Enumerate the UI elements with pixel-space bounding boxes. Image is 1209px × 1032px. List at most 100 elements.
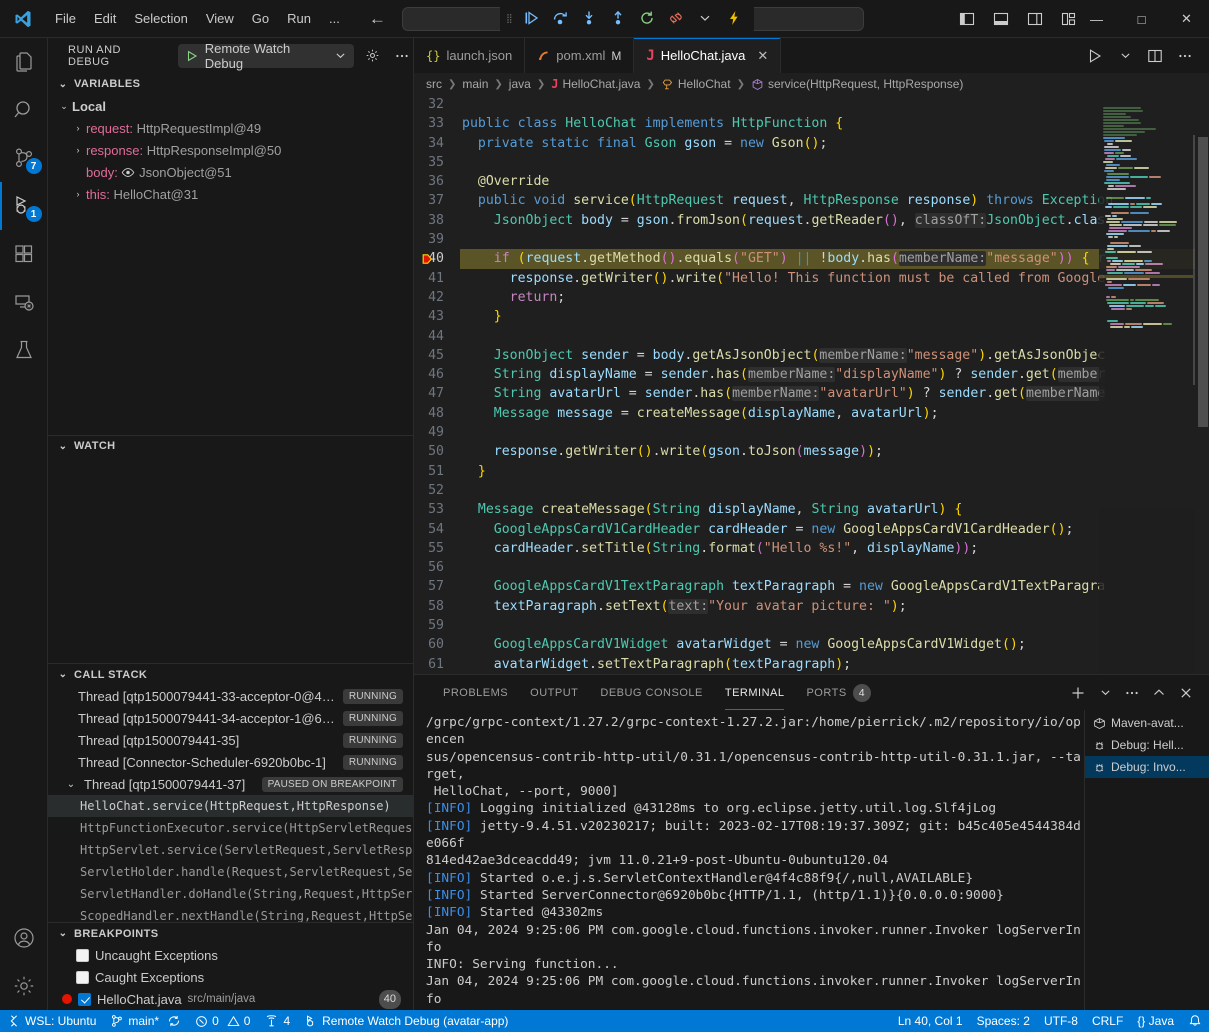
callstack-frame[interactable]: ServletHolder.handle(Request,ServletRequ… <box>48 861 413 883</box>
status-encoding[interactable]: UTF-8 <box>1037 1010 1085 1032</box>
watch-body[interactable] <box>48 457 413 664</box>
breakpoint-marker-icon[interactable] <box>420 250 436 269</box>
disconnect-button[interactable] <box>662 5 690 31</box>
section-header-variables[interactable]: ⌄ VARIABLES <box>48 73 413 95</box>
close-icon[interactable]: ✕ <box>757 48 768 64</box>
chevron-right-icon[interactable]: › <box>70 145 86 155</box>
more-actions-icon[interactable] <box>1119 680 1145 706</box>
breakpoint-caught-exceptions[interactable]: Caught Exceptions <box>48 966 413 988</box>
checkbox[interactable] <box>76 971 89 984</box>
activitybar-item-run-and-debug[interactable]: 1 <box>0 182 48 230</box>
code-line[interactable]: 32 <box>414 95 1209 114</box>
chevron-down-icon[interactable] <box>1092 680 1118 706</box>
status-cursor-position[interactable]: Ln 40, Col 1 <box>891 1010 970 1032</box>
toggle-panel-icon[interactable] <box>986 4 1016 34</box>
breadcrumb-item[interactable]: java <box>509 77 531 91</box>
status-branch[interactable]: main* <box>103 1010 188 1032</box>
activitybar-item-testing[interactable] <box>0 326 48 374</box>
code-line[interactable]: 42 return; <box>414 288 1209 307</box>
code-line[interactable]: 35 <box>414 153 1209 172</box>
tab-launch-json[interactable]: {} launch.json <box>414 38 525 73</box>
toggle-secondary-sidebar-icon[interactable] <box>1020 4 1050 34</box>
menu-go[interactable]: Go <box>243 7 278 30</box>
callstack-thread[interactable]: Thread [qtp1500079441-34-acceptor-1@66… … <box>48 707 413 729</box>
breakpoint-uncaught-exceptions[interactable]: Uncaught Exceptions <box>48 944 413 966</box>
code-editor[interactable]: 32 33public class HelloChat implements H… <box>414 95 1209 674</box>
status-indentation[interactable]: Spaces: 2 <box>970 1010 1037 1032</box>
run-button[interactable] <box>1081 42 1109 70</box>
callstack-frame[interactable]: ServletHandler.doHandle(String,Request,H… <box>48 883 413 905</box>
activitybar-item-remote-explorer[interactable] <box>0 278 48 326</box>
code-line[interactable]: 46 String displayName = sender.has(membe… <box>414 365 1209 384</box>
code-line[interactable]: 51 } <box>414 462 1209 481</box>
chevron-down-icon[interactable] <box>1111 42 1139 70</box>
activitybar-item-source-control[interactable]: 7 <box>0 134 48 182</box>
window-controls[interactable]: — □ ✕ <box>1074 0 1209 38</box>
editor-scrollbar[interactable] <box>1195 95 1209 674</box>
checkbox[interactable] <box>78 993 91 1006</box>
code-line[interactable]: 39 <box>414 230 1209 249</box>
code-line[interactable]: 33public class HelloChat implements Http… <box>414 114 1209 133</box>
callstack-thread[interactable]: Thread [qtp1500079441-33-acceptor-0@48… … <box>48 685 413 707</box>
code-line[interactable]: 54 GoogleAppsCardV1CardHeader cardHeader… <box>414 520 1209 539</box>
maximize-panel-icon[interactable] <box>1146 680 1172 706</box>
breakpoint-file[interactable]: HelloChat.java src/main/java 40 <box>48 988 413 1010</box>
step-into-button[interactable] <box>575 5 603 31</box>
breadcrumb-item[interactable]: HelloChat.java <box>562 77 640 91</box>
code-line[interactable]: 50 response.getWriter().write(gson.toJso… <box>414 442 1209 461</box>
menu-more[interactable]: ... <box>320 7 349 30</box>
terminal-output[interactable]: /grpc/grpc-context/1.27.2/grpc-context-1… <box>414 710 1084 1010</box>
section-header-callstack[interactable]: ⌄ CALL STACK <box>48 663 413 685</box>
debug-toolbar[interactable]: ⣿ <box>500 2 754 34</box>
code-line[interactable]: 41 response.getWriter().write("Hello! Th… <box>414 269 1209 288</box>
code-line[interactable]: 37 public void service(HttpRequest reque… <box>414 191 1209 210</box>
activitybar-item-search[interactable] <box>0 86 48 134</box>
tab-debug-console[interactable]: DEBUG CONSOLE <box>589 675 713 710</box>
menu-selection[interactable]: Selection <box>125 7 196 30</box>
status-ports[interactable]: 4 <box>257 1010 297 1032</box>
chevron-right-icon[interactable]: › <box>70 123 86 133</box>
code-line[interactable]: 58 textParagraph.setText(text:"Your avat… <box>414 597 1209 616</box>
activitybar-item-accounts[interactable] <box>0 914 48 962</box>
tab-problems[interactable]: PROBLEMS <box>432 675 519 710</box>
scrollbar-thumb[interactable] <box>1198 137 1208 427</box>
terminal-list-item[interactable]: Debug: Hell... <box>1085 734 1209 756</box>
callstack-thread-paused[interactable]: ⌄ Thread [qtp1500079441-37] PAUSED ON BR… <box>48 773 413 795</box>
code-line[interactable]: 36 @Override <box>414 172 1209 191</box>
menu-bar[interactable]: File Edit Selection View Go Run ... <box>46 7 349 30</box>
code-line[interactable]: 40 if (request.getMethod().equals("GET")… <box>414 249 1209 268</box>
activitybar-item-explorer[interactable] <box>0 38 48 86</box>
code-line[interactable]: 45 JsonObject sender = body.getAsJsonObj… <box>414 346 1209 365</box>
minimap[interactable] <box>1099 95 1195 674</box>
menu-edit[interactable]: Edit <box>85 7 125 30</box>
step-over-button[interactable] <box>546 5 574 31</box>
tab-ports[interactable]: PORTS 4 <box>795 675 881 710</box>
callstack-thread[interactable]: Thread [Connector-Scheduler-6920b0bc-1] … <box>48 751 413 773</box>
sidebar-more-actions-button[interactable] <box>392 45 413 67</box>
code-line[interactable]: 53 Message createMessage(String displayN… <box>414 500 1209 519</box>
tab-hellochat-java[interactable]: J HelloChat.java ✕ <box>634 38 781 73</box>
sync-icon[interactable] <box>167 1014 181 1028</box>
chevron-down-icon[interactable] <box>335 50 346 61</box>
code-line[interactable]: 59 <box>414 616 1209 635</box>
callstack-frame[interactable]: HttpFunctionExecutor.service(HttpServlet… <box>48 817 413 839</box>
close-panel-icon[interactable] <box>1173 680 1199 706</box>
code-line[interactable]: 55 cardHeader.setTitle(String.format("He… <box>414 539 1209 558</box>
restart-button[interactable] <box>633 5 661 31</box>
code-line[interactable]: 34 private static final Gson gson = new … <box>414 134 1209 153</box>
code-line[interactable]: 48 Message message = createMessage(displ… <box>414 404 1209 423</box>
tab-terminal[interactable]: TERMINAL <box>714 675 796 710</box>
tab-output[interactable]: OUTPUT <box>519 675 589 710</box>
toggle-primary-sidebar-icon[interactable] <box>952 4 982 34</box>
breadcrumb-item[interactable]: HelloChat <box>678 77 731 91</box>
lightning-icon[interactable] <box>720 5 748 31</box>
code-line[interactable]: 47 String avatarUrl = sender.has(memberN… <box>414 384 1209 403</box>
code-line[interactable]: 38 JsonObject body = gson.fromJson(reque… <box>414 211 1209 230</box>
status-problems[interactable]: 0 0 <box>188 1010 257 1032</box>
chevron-right-icon[interactable]: › <box>70 189 86 199</box>
close-button[interactable]: ✕ <box>1164 0 1209 38</box>
layout-controls[interactable] <box>952 0 1084 38</box>
callstack-frame[interactable]: HttpServlet.service(ServletRequest,Servl… <box>48 839 413 861</box>
open-launch-settings-button[interactable] <box>362 45 383 67</box>
menu-run[interactable]: Run <box>278 7 320 30</box>
